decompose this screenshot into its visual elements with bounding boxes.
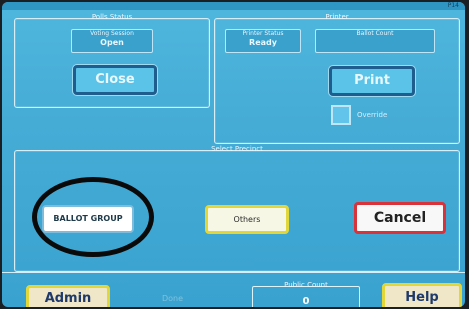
override-label: Override xyxy=(357,111,388,119)
printer-status-field: Printer Status Ready xyxy=(225,29,301,53)
public-count-label: Public Count xyxy=(284,281,328,289)
voting-session-field: Voting Session Open xyxy=(71,29,153,53)
public-count-value: 0 xyxy=(302,296,310,307)
touch-screen: P14 Polls Status Voting Session Open Clo… xyxy=(2,2,465,307)
voting-session-value: Open xyxy=(100,38,124,47)
ballot-count-label: Ballot Count xyxy=(356,30,394,37)
close-button[interactable]: Close xyxy=(73,65,157,95)
printer-panel-title: Printer xyxy=(325,13,349,21)
help-button[interactable]: Help xyxy=(382,283,462,307)
header-text: P14 xyxy=(447,2,459,9)
public-count-box: Public Count 0 xyxy=(252,281,360,307)
divider xyxy=(2,272,465,273)
select-precinct-title: Select Precinct xyxy=(211,145,263,153)
override-checkbox[interactable] xyxy=(331,105,351,125)
print-button[interactable]: Print xyxy=(329,66,415,96)
voting-session-label: Voting Session xyxy=(90,30,134,37)
printer-status-label: Printer Status xyxy=(242,30,284,37)
polls-panel-title: Polls Status xyxy=(91,13,133,21)
others-button[interactable]: Others xyxy=(205,205,289,234)
admin-button[interactable]: Admin xyxy=(26,285,110,307)
ballot-count-field: Ballot Count xyxy=(315,29,435,53)
polls-panel: Polls Status Voting Session Open Close xyxy=(14,13,210,108)
status-text: Done xyxy=(162,294,184,303)
printer-panel: Printer Printer Status Ready Ballot Coun… xyxy=(214,13,460,144)
ballot-group-button[interactable]: BALLOT GROUP xyxy=(42,205,134,233)
top-status-strip: P14 xyxy=(2,2,465,10)
cancel-button[interactable]: Cancel xyxy=(354,202,446,234)
printer-status-value: Ready xyxy=(249,38,277,47)
